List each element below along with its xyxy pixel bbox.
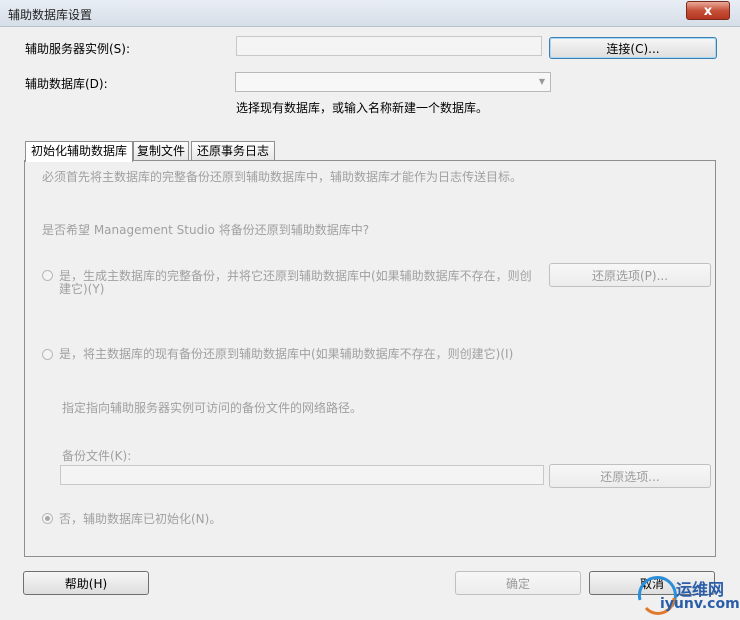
option-generate-backup-line2: 建它)(Y) — [59, 282, 105, 296]
option-generate-backup-line1: 是，生成主数据库的完整备份，并将它还原到辅助数据库中(如果辅助数据库不存在，则创 — [59, 269, 532, 283]
option-already-initialized-label: 否，辅助数据库已初始化(N)。 — [59, 512, 222, 526]
connect-button[interactable]: 连接(C)... — [549, 37, 717, 59]
panel-intro: 必须首先将主数据库的完整备份还原到辅助数据库中，辅助数据库才能作为日志传送目标。 — [42, 170, 523, 184]
window-title: 辅助数据库设置 — [8, 8, 93, 22]
initialize-panel: 必须首先将主数据库的完整备份还原到辅助数据库中，辅助数据库才能作为日志传送目标。… — [24, 160, 716, 557]
title-bar: 辅助数据库设置 x — [0, 0, 740, 27]
option-existing-backup-radio[interactable] — [42, 349, 53, 360]
restore-options-button-1[interactable]: 还原选项(P)... — [549, 263, 711, 287]
tab-restore-transaction-log[interactable]: 还原事务日志 — [191, 141, 275, 161]
watermark-url: iyunv.com — [660, 596, 740, 612]
backup-file-label: 备份文件(K): — [62, 449, 132, 463]
watermark: 运维网 iyunv.com — [634, 570, 740, 616]
close-icon: x — [703, 4, 713, 19]
restore-question: 是否希望 Management Studio 将备份还原到辅助数据库中? — [42, 223, 370, 237]
secondary-database-combo[interactable]: ▼ — [235, 72, 551, 92]
close-button[interactable]: x — [686, 1, 730, 20]
chevron-down-icon[interactable]: ▼ — [534, 73, 550, 91]
network-path-hint: 指定指向辅助服务器实例可访问的备份文件的网络路径。 — [62, 401, 363, 415]
option-generate-backup-radio[interactable] — [42, 270, 53, 281]
restore-options-button-2[interactable]: 还原选项... — [549, 464, 711, 488]
server-instance-input[interactable] — [236, 36, 542, 56]
server-instance-label: 辅助服务器实例(S): — [25, 42, 131, 56]
backup-file-input[interactable] — [60, 465, 544, 485]
ok-button[interactable]: 确定 — [455, 571, 581, 595]
secondary-database-label: 辅助数据库(D): — [25, 77, 108, 91]
option-already-initialized-radio[interactable] — [42, 513, 53, 524]
option-existing-backup-label: 是，将主数据库的现有备份还原到辅助数据库中(如果辅助数据库不存在，则创建它)(I… — [59, 347, 514, 361]
tab-initialize-secondary[interactable]: 初始化辅助数据库 — [25, 141, 133, 162]
tab-copy-files[interactable]: 复制文件 — [133, 141, 189, 161]
database-hint: 选择现有数据库，或输入名称新建一个数据库。 — [236, 101, 489, 115]
help-button[interactable]: 帮助(H) — [23, 571, 149, 595]
